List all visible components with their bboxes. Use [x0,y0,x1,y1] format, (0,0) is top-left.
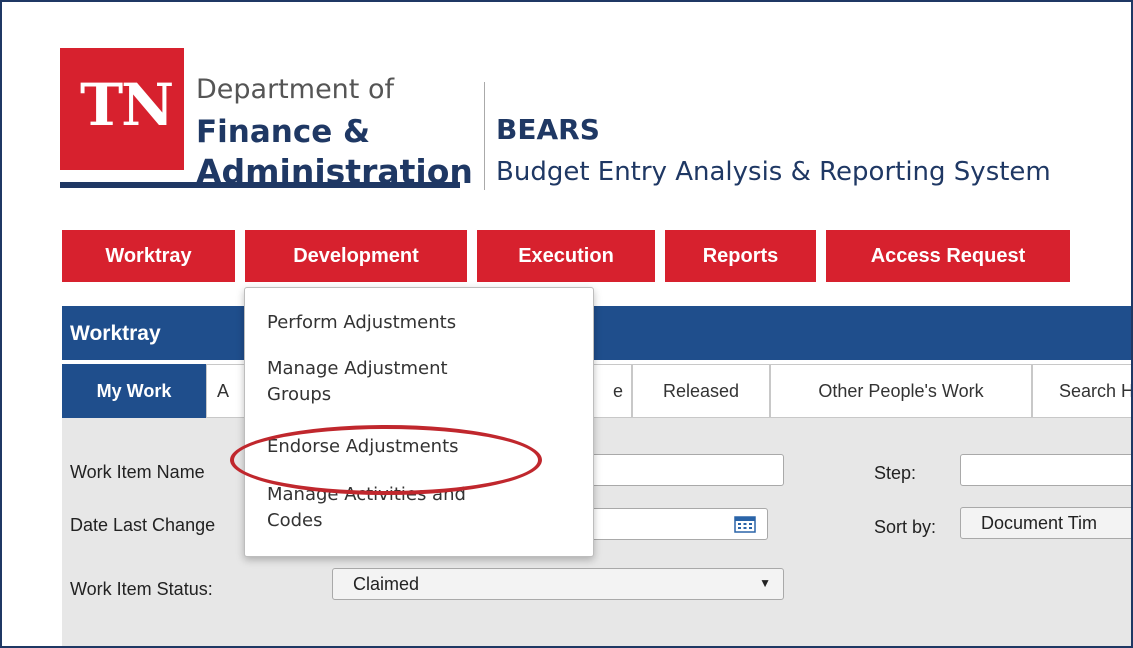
tn-logo-mark: TN [80,71,174,139]
menu-item-endorse-adjustments[interactable]: Endorse Adjustments [267,434,459,460]
dept-line-1: Department of [196,74,394,105]
step-input[interactable] [960,454,1131,486]
sort-by-value: Document Tim [981,513,1098,533]
tab-released[interactable]: Released [632,364,770,418]
screenshot-frame: TN Department of Finance & Administratio… [0,0,1133,648]
menu-item-manage-activities-and-codes[interactable]: Manage Activities and Codes [267,482,466,534]
tab-search-history[interactable]: Search H [1032,364,1131,418]
panel-title: Worktray [70,322,161,345]
dept-line-2: Finance & [196,114,371,150]
development-dropdown-menu: Perform Adjustments Manage Adjustment Gr… [244,287,594,557]
calendar-icon[interactable] [734,515,756,533]
nav-execution[interactable]: Execution [477,230,655,282]
tn-logo: TN [60,48,184,170]
nav-reports[interactable]: Reports [665,230,816,282]
nav-development[interactable]: Development [245,230,467,282]
menu-item-manage-adjustment-groups[interactable]: Manage Adjustment Groups [267,356,448,408]
work-item-status-select[interactable]: Claimed ▼ [332,568,784,600]
system-description: Budget Entry Analysis & Reporting System [496,157,1051,187]
tab-my-work[interactable]: My Work [62,364,206,418]
work-item-status-value: Claimed [353,574,420,594]
step-label: Step: [874,463,917,483]
worktray-tab-row: My Work A e Released Other People's Work… [62,364,1131,419]
tab-other-peoples-work[interactable]: Other People's Work [770,364,1032,418]
work-item-name-label: Work Item Name [70,462,205,482]
caret-down-icon: ▼ [759,576,771,590]
date-last-changed-label: Date Last Change [70,515,216,535]
nav-worktray[interactable]: Worktray [62,230,235,282]
sort-by-label: Sort by: [874,517,937,537]
system-name: BEARS [496,113,600,146]
worktray-panel-header: Worktray [62,306,1131,360]
menu-item-perform-adjustments[interactable]: Perform Adjustments [267,310,456,336]
logo-underline [60,182,460,188]
header-divider [484,82,485,190]
work-item-status-label: Work Item Status: [70,579,213,599]
nav-access-request[interactable]: Access Request [826,230,1070,282]
sort-by-select[interactable]: Document Tim [960,507,1131,539]
